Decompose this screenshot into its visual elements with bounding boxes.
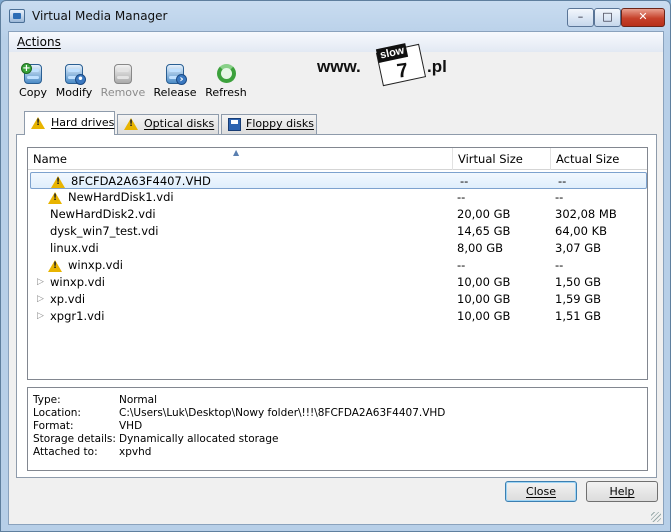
tab-optical-disks[interactable]: Optical disks [117,114,219,134]
cell-virtual-size: -- [460,174,469,188]
cell-actual-size: -- [555,258,564,272]
resize-grip[interactable] [651,512,661,522]
table-row[interactable]: NewHardDisk2.vdi 20,00 GB 302,08 MB [28,206,647,223]
expand-arrow-icon[interactable]: ▷ [37,291,44,308]
cell-virtual-size: 10,00 GB [457,275,511,289]
cell-virtual-size: 20,00 GB [457,207,511,221]
cell-actual-size: 64,00 KB [555,224,608,238]
close-button[interactable]: Close [505,481,577,502]
cell-actual-size: 3,07 GB [555,241,602,255]
cell-virtual-size: 14,65 GB [457,224,511,238]
cell-actual-size: 302,08 MB [555,207,617,221]
maximize-button[interactable]: □ [594,8,621,27]
copy-button[interactable]: + Copy [10,63,56,107]
slow7-logo: www. slow 7 .pl [317,42,457,87]
warning-icon [48,191,62,204]
cell-virtual-size: -- [457,190,466,204]
expand-arrow-icon[interactable]: ▷ [37,308,44,325]
app-icon [9,9,25,23]
warning-icon [48,259,62,272]
cell-name: winxp.vdi [48,257,123,274]
cell-name: 8FCFDA2A63F4407.VHD [51,173,211,190]
disk-remove-icon [111,63,135,85]
warning-icon [124,118,138,130]
release-label: Release [153,86,197,99]
column-header-virtual-size[interactable]: Virtual Size [453,148,551,170]
details-pane: Type: Normal Location: C:\Users\Luk\Desk… [27,387,648,471]
table-row[interactable]: winxp.vdi -- -- [28,257,647,274]
refresh-button[interactable]: Refresh [203,63,249,107]
close-icon: ✕ [638,10,648,23]
cell-actual-size: 1,59 GB [555,292,602,306]
table-row[interactable]: ▷ winxp.vdi 10,00 GB 1,50 GB [28,274,647,291]
disk-copy-icon: + [21,63,45,85]
cell-actual-size: -- [558,174,567,188]
window-title: Virtual Media Manager [32,9,168,23]
tab-panel-hard-drives: ▲ Name Virtual Size Actual Size 8FCFDA2A… [16,134,657,478]
cell-name: dysk_win7_test.vdi [50,224,159,238]
cell-name: xpgr1.vdi [50,309,105,323]
cell-name: winxp.vdi [50,275,105,289]
column-header-actual-size[interactable]: Actual Size [551,148,647,170]
cell-virtual-size: 8,00 GB [457,241,504,255]
minimize-button[interactable]: – [567,8,594,27]
release-button[interactable]: › Release [152,63,198,107]
copy-label: Copy [19,86,47,99]
help-button[interactable]: Help [586,481,658,502]
warning-icon [51,175,65,188]
table-row[interactable]: linux.vdi 8,00 GB 3,07 GB [28,240,647,257]
tree-header: ▲ Name Virtual Size Actual Size [28,148,647,170]
close-window-button[interactable]: ✕ [621,8,665,27]
remove-button[interactable]: Remove [100,63,146,107]
column-header-name[interactable]: ▲ Name [28,148,453,170]
refresh-icon [214,63,238,85]
virtual-media-manager-window: Virtual Media Manager – □ ✕ Actions + Co… [0,0,671,532]
cell-virtual-size: -- [457,258,466,272]
remove-label: Remove [100,86,146,99]
table-row[interactable]: ▷ xpgr1.vdi 10,00 GB 1,51 GB [28,308,647,325]
tab-hard-drives[interactable]: Hard drives [24,111,115,135]
menu-actions[interactable]: Actions [17,35,61,49]
expand-arrow-icon[interactable]: ▷ [37,274,44,291]
media-tree[interactable]: ▲ Name Virtual Size Actual Size 8FCFDA2A… [27,147,648,380]
disk-modify-icon: • [62,63,86,85]
client-area: Actions + Copy • Modify Remove › Release… [8,31,664,525]
maximize-icon: □ [602,10,613,23]
floppy-icon [228,117,241,131]
cell-virtual-size: 10,00 GB [457,292,511,306]
cell-actual-size: 1,51 GB [555,309,602,323]
cell-actual-size: -- [555,190,564,204]
table-row[interactable]: 8FCFDA2A63F4407.VHD -- -- [30,172,647,189]
modify-button[interactable]: • Modify [51,63,97,107]
cell-name: NewHardDisk1.vdi [48,189,174,206]
tab-floppy-disks[interactable]: Floppy disks [221,114,317,134]
cell-name: NewHardDisk2.vdi [50,207,156,221]
warning-icon [31,117,45,129]
refresh-label: Refresh [205,86,247,99]
cell-name: linux.vdi [50,241,99,255]
table-row[interactable]: dysk_win7_test.vdi 14,65 GB 64,00 KB [28,223,647,240]
sort-ascending-icon: ▲ [233,148,240,157]
table-row[interactable]: ▷ xp.vdi 10,00 GB 1,59 GB [28,291,647,308]
disk-release-icon: › [163,63,187,85]
cell-name: xp.vdi [50,292,86,306]
modify-label: Modify [55,86,93,99]
minimize-icon: – [577,10,584,23]
title-bar[interactable]: Virtual Media Manager – □ ✕ [1,1,670,31]
table-row[interactable]: NewHardDisk1.vdi -- -- [28,189,647,206]
cell-virtual-size: 10,00 GB [457,309,511,323]
cell-actual-size: 1,50 GB [555,275,602,289]
